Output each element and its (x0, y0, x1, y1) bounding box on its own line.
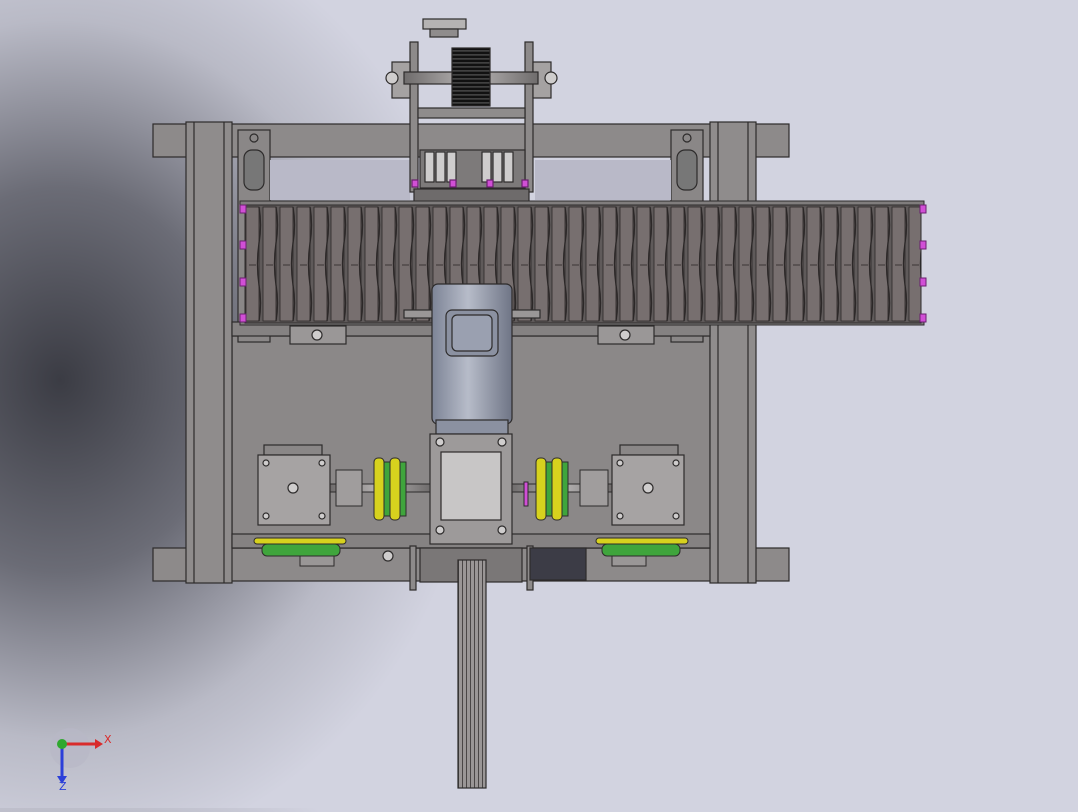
top-drive-assembly (385, 18, 558, 204)
coordinate-triad: X Z (50, 728, 112, 793)
right-coupling (535, 457, 569, 521)
x-axis-label: X (104, 733, 112, 746)
z-axis-label: Z (59, 780, 67, 793)
assembly-drawing: X Z (50, 18, 927, 793)
cad-viewport[interactable]: X Z (0, 0, 1078, 808)
linear-rail (457, 559, 487, 789)
conveyor-chain (239, 200, 927, 326)
central-gearbox (429, 433, 513, 545)
left-angle-gearbox (257, 444, 331, 526)
left-coupling (373, 457, 407, 521)
right-angle-gearbox (611, 444, 685, 526)
